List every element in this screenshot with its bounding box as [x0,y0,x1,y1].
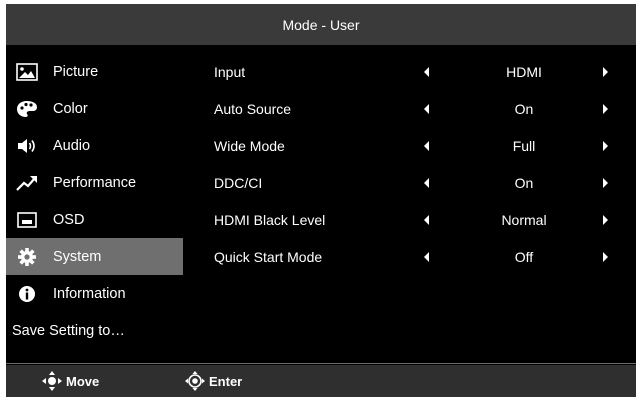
sidebar-item-label: Color [53,100,88,117]
menu-title: Mode - User [282,16,360,33]
arrow-left-icon[interactable] [424,251,429,262]
gear-icon [18,247,36,266]
sidebar-item-label: System [53,248,102,265]
arrow-left-icon[interactable] [424,103,429,114]
setting-value: Normal [501,211,547,228]
four-way-joystick-icon [42,371,62,391]
palette-icon [17,100,37,117]
sidebar-item-label: Performance [53,174,137,191]
arrow-left-icon[interactable] [424,66,429,77]
arrow-right-icon[interactable] [603,251,608,262]
sidebar-item-label: Information [53,285,126,302]
arrow-right-icon[interactable] [603,140,608,151]
enter-hint: Enter [184,365,242,397]
setting-row-wide-mode[interactable]: Wide Mode Full [214,127,636,164]
picture-icon [16,62,38,81]
title-bar: Mode - User [6,4,636,45]
osd-icon [17,211,37,228]
arrow-left-icon[interactable] [424,214,429,225]
sidebar-item-audio[interactable]: Audio [6,127,183,164]
setting-row-ddc-ci[interactable]: DDC/CI On [214,164,636,201]
sidebar-item-label: Picture [53,63,99,80]
trend-icon [16,175,37,191]
arrow-left-icon[interactable] [424,177,429,188]
setting-name: Quick Start Mode [214,248,323,265]
move-label: Move [66,373,100,389]
arrow-left-icon[interactable] [424,140,429,151]
enter-label: Enter [209,373,243,389]
sidebar-item-osd[interactable]: OSD [6,201,183,238]
sidebar-item-label: Save Setting to… [12,322,125,339]
footer-hints: Move Enter [6,365,636,397]
sidebar-item-label: Audio [53,137,91,154]
setting-name: Input [214,63,246,80]
sidebar-item-save-setting[interactable]: Save Setting to… [12,312,189,349]
speaker-icon [18,138,35,153]
setting-value: On [514,100,534,117]
sidebar-item-color[interactable]: Color [6,90,183,127]
footer-divider [6,363,636,364]
info-icon [19,285,35,302]
setting-value: HDMI [506,63,542,80]
setting-value: On [514,174,534,191]
arrow-right-icon[interactable] [603,103,608,114]
setting-name: Auto Source [214,100,292,117]
setting-name: Wide Mode [214,137,285,154]
sidebar-item-picture[interactable]: Picture [6,53,183,90]
move-hint: Move [41,365,99,397]
setting-row-hdmi-black-level[interactable]: HDMI Black Level Normal [214,201,636,238]
sidebar-item-label: OSD [53,211,85,228]
arrow-right-icon[interactable] [603,66,608,77]
sidebar-item-performance[interactable]: Performance [6,164,183,201]
arrow-right-icon[interactable] [603,177,608,188]
osd-menu: Mode - User Picture Color Audio Performa… [6,4,636,397]
arrow-right-icon[interactable] [603,214,608,225]
sidebar-item-system[interactable]: System [6,238,183,275]
setting-name: HDMI Black Level [214,211,326,228]
sidebar-item-information[interactable]: Information [6,275,183,312]
setting-row-auto-source[interactable]: Auto Source On [214,90,636,127]
setting-value: Off [514,248,534,265]
setting-row-quick-start-mode[interactable]: Quick Start Mode Off [214,238,636,275]
setting-name: DDC/CI [214,174,263,191]
setting-row-input[interactable]: Input HDMI [214,53,636,90]
joystick-press-icon [185,371,205,391]
setting-value: Full [512,137,536,154]
